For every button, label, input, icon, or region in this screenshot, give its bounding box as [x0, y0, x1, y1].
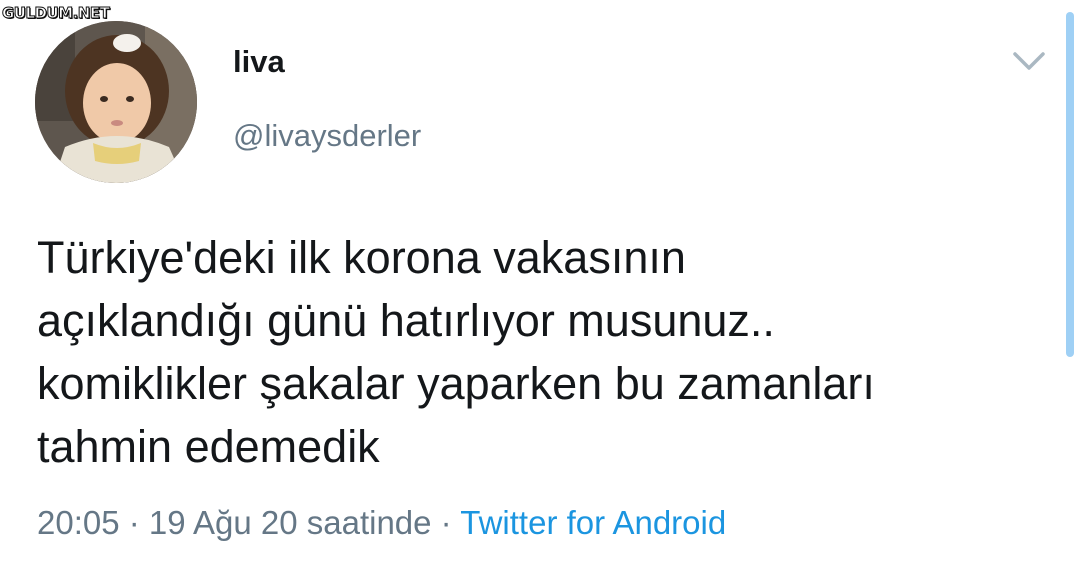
tweet-date[interactable]: 19 Ağu 20 saatinde	[149, 504, 432, 541]
tweet-card: GULDUM.NET liva @livaysderler Türkiye'de…	[0, 0, 1078, 564]
tweet-text: Türkiye'deki ilk korona vakasının açıkla…	[37, 232, 875, 472]
avatar[interactable]	[35, 21, 197, 183]
meta-separator-2: ·	[431, 504, 461, 541]
scrollbar[interactable]	[1066, 12, 1074, 357]
chevron-down-icon[interactable]	[1010, 48, 1048, 74]
watermark-logo: GULDUM.NET	[1, 4, 110, 23]
tweet-time[interactable]: 20:05	[37, 504, 120, 541]
user-handle[interactable]: @livaysderler	[233, 118, 421, 154]
avatar-photo	[35, 21, 197, 183]
tweet-source-link[interactable]: Twitter for Android	[460, 504, 726, 541]
display-name[interactable]: liva	[233, 44, 285, 80]
meta-separator: ·	[119, 504, 149, 541]
tweet-meta: 20:05 · 19 Ağu 20 saatinde · Twitter for…	[37, 504, 726, 542]
